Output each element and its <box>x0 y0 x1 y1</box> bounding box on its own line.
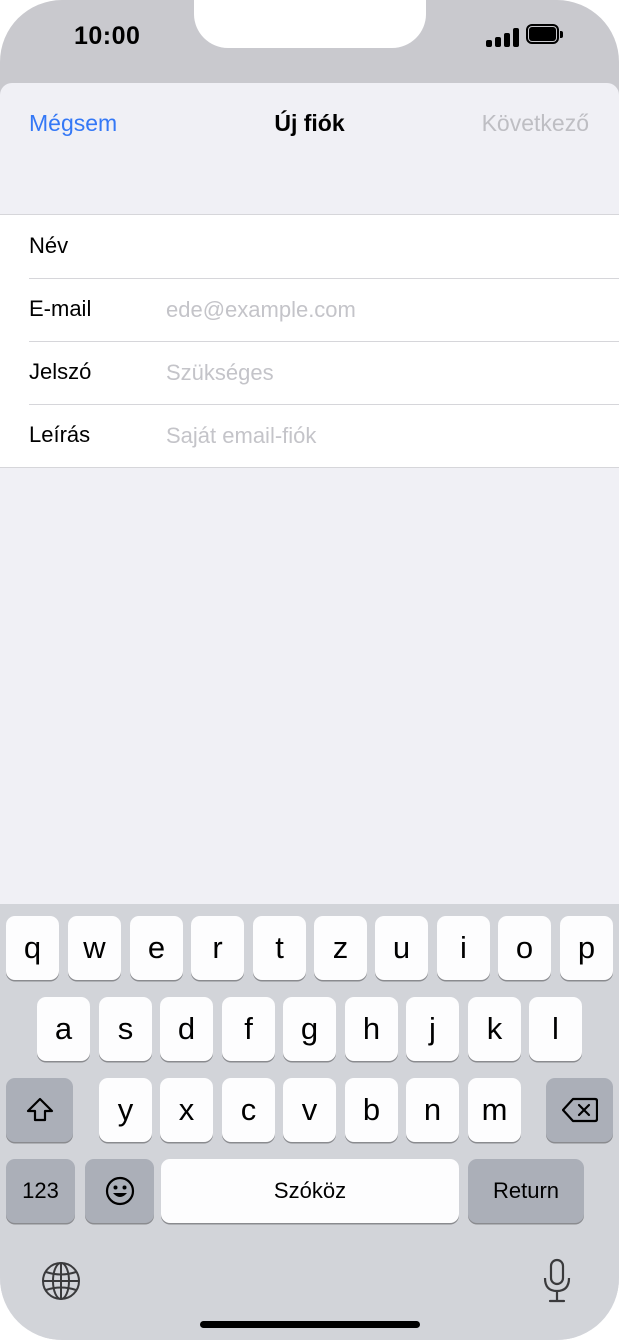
key[interactable]: t <box>253 916 306 980</box>
navigation-bar: Új fiók Mégsem Következő <box>0 83 619 163</box>
shift-icon <box>26 1097 53 1122</box>
return-key[interactable]: Return <box>468 1159 584 1223</box>
key[interactable]: x <box>160 1078 213 1142</box>
numbers-key[interactable]: 123 <box>6 1159 75 1223</box>
key[interactable]: r <box>191 916 244 980</box>
key[interactable]: b <box>345 1078 398 1142</box>
name-row: Név <box>0 215 619 278</box>
home-indicator[interactable] <box>200 1321 420 1328</box>
key[interactable]: u <box>375 916 428 980</box>
key[interactable]: l <box>529 997 582 1061</box>
status-bar: 10:00 <box>0 0 619 80</box>
cancel-button[interactable]: Mégsem <box>29 110 117 137</box>
name-field[interactable] <box>166 229 586 265</box>
key[interactable]: g <box>283 997 336 1061</box>
key[interactable]: a <box>37 997 90 1061</box>
key[interactable]: f <box>222 997 275 1061</box>
email-label: E-mail <box>29 296 92 321</box>
name-label: Név <box>29 233 69 258</box>
key[interactable]: e <box>130 916 183 980</box>
description-label: Leírás <box>29 422 91 447</box>
description-field[interactable] <box>166 418 586 454</box>
keyboard: q w e r t z u i o p a s d f g h j k l y … <box>0 904 619 1340</box>
key[interactable]: y <box>99 1078 152 1142</box>
password-row: Jelszó <box>0 341 619 404</box>
key[interactable]: z <box>314 916 367 980</box>
key[interactable]: c <box>222 1078 275 1142</box>
backspace-key[interactable] <box>546 1078 613 1142</box>
globe-button[interactable] <box>41 1261 81 1301</box>
key[interactable]: j <box>406 997 459 1061</box>
password-field[interactable] <box>166 355 586 391</box>
shift-key[interactable] <box>6 1078 73 1142</box>
key[interactable]: h <box>345 997 398 1061</box>
key[interactable]: i <box>437 916 490 980</box>
status-time: 10:00 <box>74 22 141 50</box>
key[interactable]: v <box>283 1078 336 1142</box>
key[interactable]: o <box>498 916 551 980</box>
microphone-icon <box>543 1258 571 1303</box>
dictation-button[interactable] <box>540 1258 574 1304</box>
email-row: E-mail <box>0 278 619 341</box>
battery-icon <box>526 24 564 46</box>
emoji-key[interactable] <box>85 1159 154 1223</box>
globe-icon <box>42 1262 80 1300</box>
notch <box>194 0 426 48</box>
key[interactable]: q <box>6 916 59 980</box>
key[interactable]: p <box>560 916 613 980</box>
key[interactable]: s <box>99 997 152 1061</box>
key[interactable]: d <box>160 997 213 1061</box>
key[interactable]: k <box>468 997 521 1061</box>
email-field[interactable] <box>166 292 586 328</box>
key[interactable]: m <box>468 1078 521 1142</box>
key[interactable]: n <box>406 1078 459 1142</box>
emoji-icon <box>105 1176 134 1206</box>
signal-icon <box>486 27 520 47</box>
description-row: Leírás <box>0 404 619 467</box>
space-key[interactable]: Szóköz <box>161 1159 459 1223</box>
phone-frame: 10:00 Új fiók Mégsem Következő Név E-mai… <box>0 0 619 1340</box>
backspace-icon <box>561 1097 598 1123</box>
password-label: Jelszó <box>29 359 92 384</box>
next-button[interactable]: Következő <box>482 110 589 137</box>
account-form: Név E-mail Jelszó Leírás <box>0 214 619 468</box>
key[interactable]: w <box>68 916 121 980</box>
